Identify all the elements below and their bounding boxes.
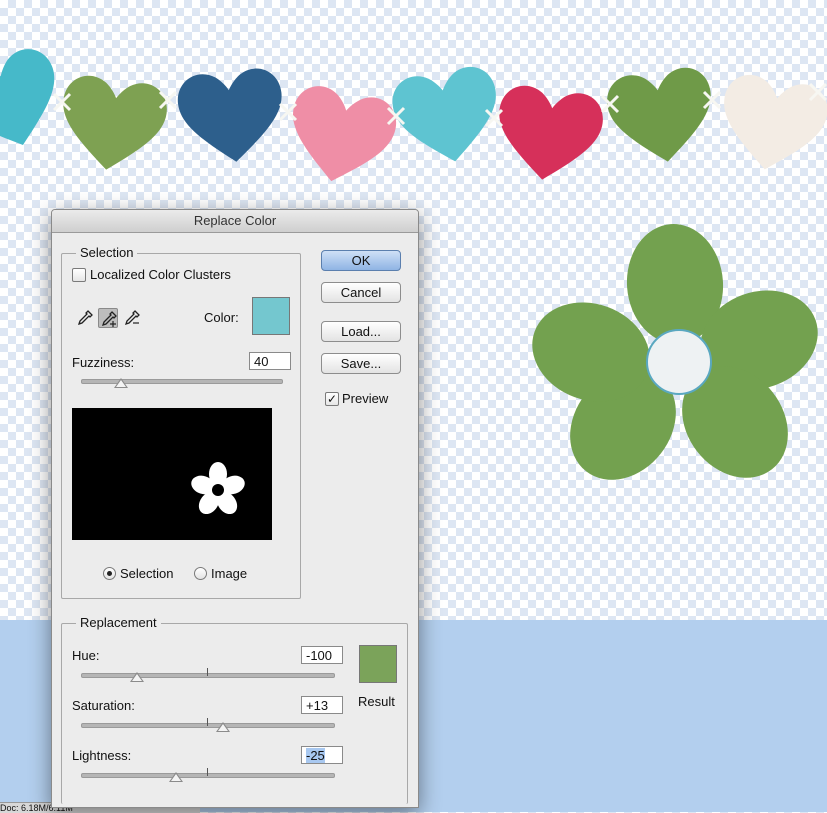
- felt-heart: [392, 66, 496, 162]
- lightness-input[interactable]: -25: [301, 746, 343, 764]
- saturation-slider-thumb[interactable]: [216, 722, 231, 732]
- eyedropper-plus-icon[interactable]: [98, 308, 118, 328]
- felt-heart: [499, 85, 603, 180]
- preview-checkbox[interactable]: ✓: [325, 392, 339, 406]
- felt-heart: [724, 74, 827, 170]
- replacement-group: Replacement Hue: -100 Saturation: +13 Li…: [61, 615, 408, 804]
- fuzziness-slider-thumb[interactable]: [114, 378, 128, 388]
- heart-garland: [0, 49, 827, 182]
- preview-label: Preview: [342, 391, 389, 406]
- saturation-center-tick: [207, 718, 208, 726]
- hue-slider-thumb[interactable]: [130, 672, 144, 682]
- color-label: Color:: [204, 310, 239, 325]
- selection-color-swatch[interactable]: [252, 297, 290, 335]
- fuzziness-input[interactable]: 40: [249, 352, 291, 370]
- replacement-legend: Replacement: [76, 615, 161, 630]
- selection-group: Selection Localized Color Clusters Color…: [61, 245, 301, 599]
- felt-heart: [63, 75, 167, 170]
- ok-button[interactable]: OK: [321, 250, 401, 271]
- dialog-title[interactable]: Replace Color: [52, 210, 418, 233]
- eyedropper-minus-icon[interactable]: [122, 308, 142, 328]
- localized-color-clusters-checkbox[interactable]: [72, 268, 86, 282]
- selection-mask-preview: [72, 408, 272, 540]
- hue-input[interactable]: -100: [301, 646, 343, 664]
- lightness-label: Lightness:: [72, 748, 132, 763]
- localized-color-clusters-label: Localized Color Clusters: [90, 267, 231, 282]
- hue-label: Hue:: [72, 648, 100, 663]
- load-button[interactable]: Load...: [321, 321, 401, 342]
- result-label: Result: [358, 694, 395, 709]
- selection-view-label: Selection: [120, 566, 174, 581]
- felt-heart: [607, 67, 711, 162]
- fuzziness-label: Fuzziness:: [72, 355, 135, 370]
- fuzziness-slider-track[interactable]: [81, 379, 283, 384]
- saturation-slider-track[interactable]: [81, 723, 335, 728]
- cancel-button[interactable]: Cancel: [321, 282, 401, 303]
- eyedropper-icon[interactable]: [75, 308, 95, 328]
- hue-slider-track[interactable]: [81, 673, 335, 678]
- flower-center: [646, 329, 712, 395]
- mask-flower-shape: [191, 462, 245, 515]
- felt-flower: [532, 224, 818, 480]
- lightness-slider-thumb[interactable]: [168, 772, 183, 782]
- image-view-radio[interactable]: [194, 567, 207, 580]
- felt-heart: [177, 68, 282, 162]
- felt-heart: [292, 86, 397, 182]
- lightness-center-tick: [207, 768, 208, 776]
- replace-color-dialog: Replace Color Selection Localized Color …: [51, 209, 419, 808]
- hue-center-tick: [207, 668, 208, 676]
- image-view-label: Image: [211, 566, 248, 581]
- selection-legend: Selection: [76, 245, 138, 260]
- selection-view-radio[interactable]: [103, 567, 116, 580]
- saturation-label: Saturation:: [72, 698, 135, 713]
- lightness-slider-track[interactable]: [81, 773, 335, 778]
- result-color-swatch[interactable]: [359, 645, 397, 683]
- save-button[interactable]: Save...: [321, 353, 401, 374]
- saturation-input[interactable]: +13: [301, 696, 343, 714]
